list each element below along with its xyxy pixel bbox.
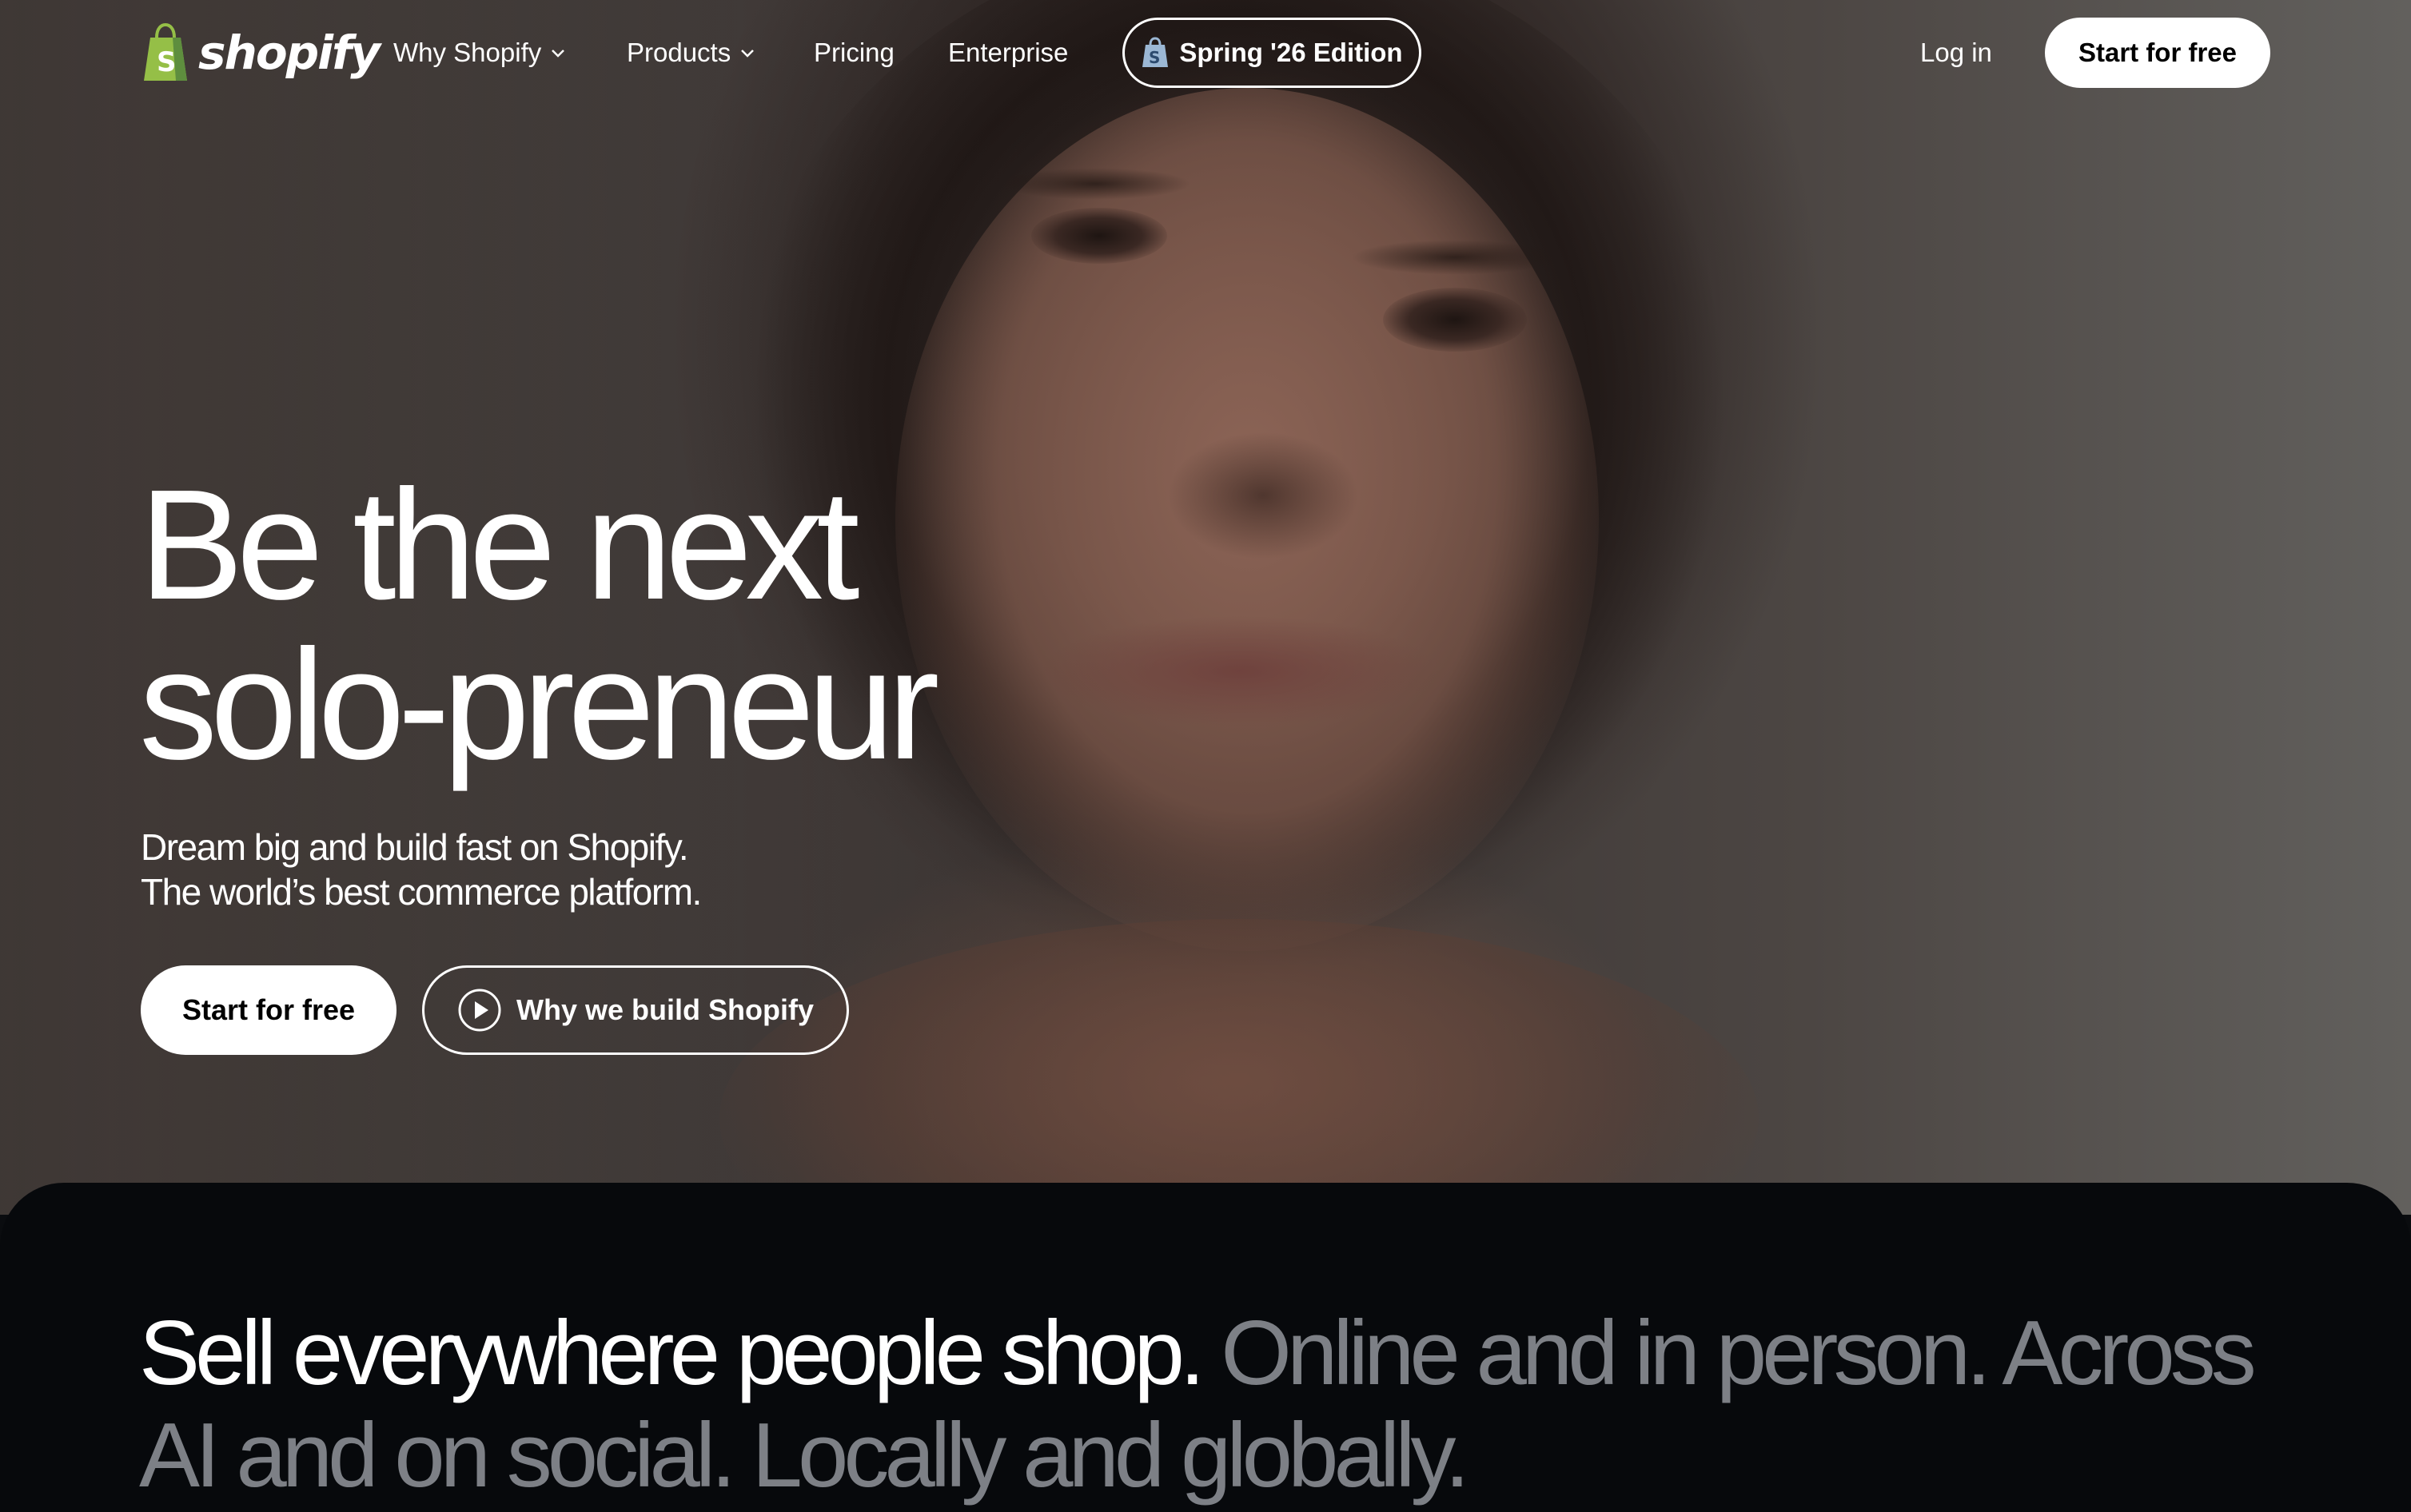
nav-item-why-shopify[interactable]: Why Shopify (393, 34, 567, 72)
nav-start-free-button[interactable]: Start for free (2045, 18, 2270, 88)
svg-text:S: S (1149, 48, 1160, 67)
hero-headline: Be the next solo-preneur (139, 465, 1178, 785)
sell-everywhere-statement: Sell everywhere people shop. Online and … (139, 1303, 2297, 1507)
hero-headline-line2: solo-preneur (139, 617, 939, 792)
edition-button[interactable]: S Spring '26 Edition (1122, 18, 1421, 88)
edition-label: Spring '26 Edition (1179, 38, 1403, 67)
svg-text:S: S (157, 46, 177, 78)
play-icon (458, 989, 501, 1032)
hero-headline-line1: Be the next (139, 457, 860, 632)
hero-subhead-line2: The world’s best commerce platform. (141, 871, 702, 913)
edition-bag-icon: S (1142, 37, 1169, 67)
hero-subhead-line1: Dream big and build fast on Shopify. (141, 826, 689, 868)
login-link[interactable]: Log in (1920, 34, 1992, 72)
hero-start-free-button[interactable]: Start for free (141, 965, 397, 1055)
nav-item-products[interactable]: Products (627, 34, 756, 72)
why-we-build-video-button[interactable]: Why we build Shopify (422, 965, 849, 1055)
shopify-logo[interactable]: S shopify (141, 22, 381, 83)
hero-subhead: Dream big and build fast on Shopify. The… (141, 825, 702, 914)
page: S shopify Why Shopify Products Pricing E… (0, 0, 2411, 1512)
nav-item-pricing[interactable]: Pricing (814, 34, 895, 72)
statement-lead: Sell everywhere people shop. (139, 1303, 1206, 1404)
shopify-bag-icon: S (144, 23, 187, 81)
chevron-down-icon (552, 50, 565, 58)
nav-item-label: Products (627, 38, 731, 67)
nav-item-label: Pricing (814, 38, 895, 67)
logo-wordmark: shopify (198, 26, 381, 80)
nav-item-label: Why Shopify (393, 38, 542, 67)
nav-item-label: Enterprise (948, 38, 1069, 67)
nav-item-enterprise[interactable]: Enterprise (948, 34, 1068, 72)
top-navigation: S shopify Why Shopify Products Pricing E… (0, 0, 2411, 105)
video-button-label: Why we build Shopify (516, 993, 814, 1026)
chevron-down-icon (741, 50, 755, 58)
